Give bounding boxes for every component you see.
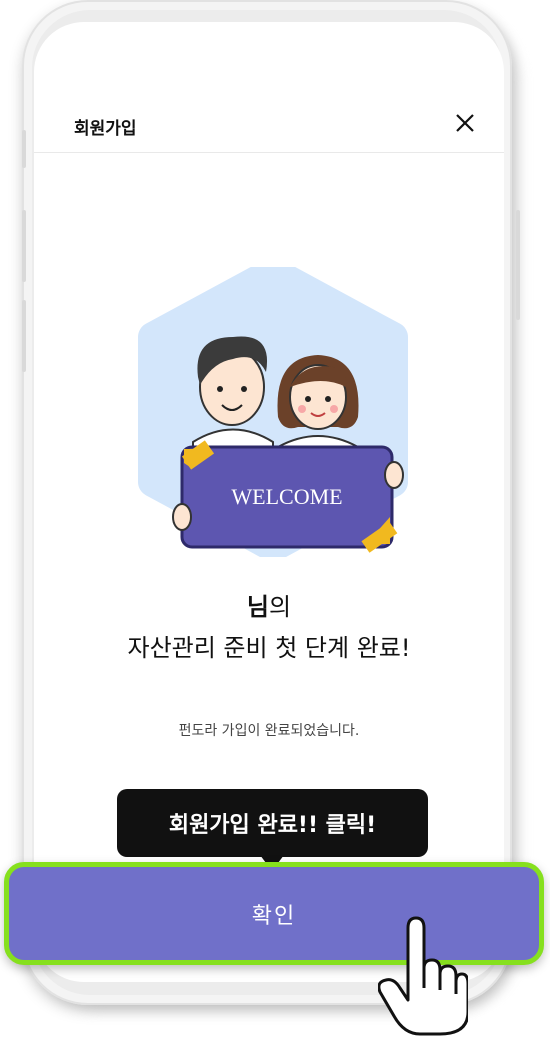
- user-name-line: 님의: [34, 587, 504, 622]
- welcome-sign-text: WELCOME: [231, 484, 342, 509]
- completion-subtext: 펀도라 가입이 완료되었습니다.: [178, 723, 360, 739]
- close-icon: [456, 114, 474, 132]
- modal-header: 회원가입: [34, 92, 504, 153]
- name-suffix-bold: 님: [246, 593, 269, 621]
- name-suffix: 의: [269, 593, 292, 621]
- phone-side-button: [516, 210, 520, 320]
- pointing-hand-icon: [378, 916, 468, 1036]
- close-button[interactable]: [448, 106, 482, 140]
- welcome-couple-illustration: WELCOME: [138, 267, 408, 557]
- phone-side-button: [22, 210, 26, 282]
- click-tooltip: 회원가입 완료!! 클릭!: [117, 789, 428, 857]
- completion-headline: 자산관리 준비 첫 단계 완료!: [127, 634, 411, 662]
- phone-side-button: [22, 300, 26, 372]
- phone-side-button: [22, 130, 26, 168]
- modal-title: 회원가입: [74, 119, 137, 139]
- welcome-sign: WELCOME: [172, 440, 404, 553]
